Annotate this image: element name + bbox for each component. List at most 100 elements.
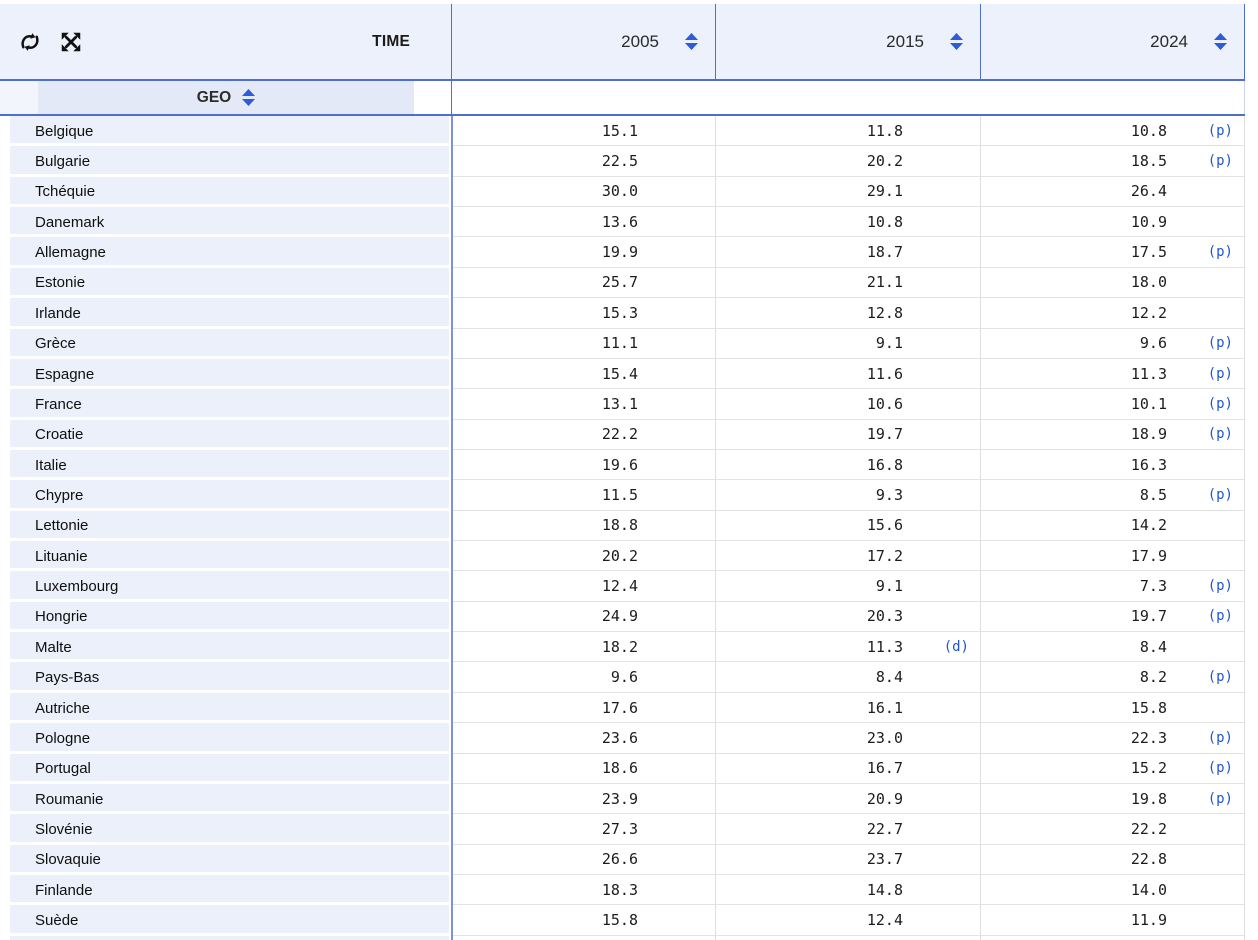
geo-label: Allemagne xyxy=(35,244,106,262)
value-cell: 30.0 xyxy=(452,177,716,208)
geo-label: Danemark xyxy=(35,213,105,231)
column-header-2005[interactable]: 2005 xyxy=(452,4,716,79)
cell-value: 18.3 xyxy=(601,880,638,899)
value-cell: 13.6 xyxy=(452,207,716,238)
geo-label: Finlande xyxy=(35,881,93,899)
value-cell: 18.2 xyxy=(452,632,716,663)
value-cell: 19.7 xyxy=(716,420,981,450)
value-cell: 9.6 (p) xyxy=(981,329,1245,359)
value-cell: 16.1 xyxy=(716,693,981,724)
column-header-label: 2024 xyxy=(1150,31,1188,51)
column-header-2024[interactable]: 2024 xyxy=(981,4,1245,79)
value-cell: 11.8 xyxy=(716,116,981,147)
cell-value: 23.7 xyxy=(866,850,903,869)
cell-value: 13.1 xyxy=(601,394,638,413)
table-row: Espagne 15.4 11.6 11.3 (p) xyxy=(0,358,1245,390)
cell-value: 19.7 xyxy=(1130,607,1167,626)
value-cell: 22.2 xyxy=(981,814,1245,845)
expand-icon[interactable] xyxy=(55,26,87,58)
cell-value: 7.3 xyxy=(1139,577,1167,596)
geo-cell: Danemark xyxy=(0,207,452,237)
value-cell: 17.5 (p) xyxy=(981,237,1245,268)
flag-badge: (p) xyxy=(1207,729,1233,746)
cell-value: 18.9 xyxy=(1130,425,1167,444)
value-cell: 17.2 xyxy=(716,541,981,572)
value-cell: 16.7 xyxy=(716,754,981,784)
value-cell: 14.0 xyxy=(981,875,1245,906)
cell-value: 16.8 xyxy=(866,455,903,474)
value-cell: 9.6 xyxy=(452,662,716,693)
cell-value: 18.6 xyxy=(601,759,638,778)
value-cell: 12.4 xyxy=(452,571,716,602)
cell-value: 8.4 xyxy=(875,668,903,687)
value-cell: 23.6 xyxy=(452,723,716,754)
cell-value: 18.2 xyxy=(601,637,638,656)
value-cell: 18.8 xyxy=(452,511,716,542)
header-divider xyxy=(0,79,1245,81)
geo-cell: Espagne xyxy=(0,358,452,389)
table-row: Lettonie 18.8 15.6 14.2 xyxy=(0,510,1245,542)
geo-cell: Slovaquie xyxy=(0,844,452,875)
cell-value: 22.8 xyxy=(1130,850,1167,869)
table-row: Roumanie 23.9 20.9 19.8 (p) xyxy=(0,783,1245,815)
flag-badge: (p) xyxy=(1207,426,1233,443)
flag-badge: (p) xyxy=(1207,608,1233,625)
table-row: Danemark 13.6 10.8 10.9 xyxy=(0,207,1245,238)
sort-icon[interactable] xyxy=(1214,33,1227,50)
cell-value: 11.3 xyxy=(1130,364,1167,383)
column-header-label: 2015 xyxy=(886,31,924,51)
flag-badge: (p) xyxy=(1207,669,1233,686)
table-row: Hongrie 24.9 20.3 19.7 (p) xyxy=(0,601,1245,633)
cell-value: 16.7 xyxy=(866,759,903,778)
value-cell: 11.1 xyxy=(452,329,716,359)
value-cell: 13.1 xyxy=(452,389,716,420)
swap-axes-icon[interactable] xyxy=(14,26,46,58)
flag-badge: (p) xyxy=(1207,244,1233,261)
sort-icon[interactable] xyxy=(950,33,963,50)
geo-sort-button[interactable]: GEO xyxy=(38,81,414,114)
value-cell: 9.1 xyxy=(716,329,981,359)
cell-value: 17.5 xyxy=(1130,243,1167,262)
value-cell: 20.2 xyxy=(452,541,716,572)
cell-value: 25.7 xyxy=(601,273,638,292)
cell-value: 11.9 xyxy=(1130,911,1167,930)
table-row: Slovaquie 26.6 23.7 22.8 xyxy=(0,844,1245,875)
value-cell: 16.8 xyxy=(716,450,981,481)
cell-value: 15.8 xyxy=(601,911,638,930)
value-cell: 29.1 xyxy=(716,177,981,208)
column-divider xyxy=(450,4,452,81)
value-cell: 14.2 xyxy=(981,511,1245,542)
column-header-2015[interactable]: 2015 xyxy=(716,4,981,79)
cell-value: 19.6 xyxy=(601,455,638,474)
cell-value: 11.1 xyxy=(601,334,638,353)
geo-label: Irlande xyxy=(35,304,81,322)
value-cell: 23.0 xyxy=(716,723,981,754)
value-cell: 25.7 xyxy=(452,268,716,299)
geo-cell: Finlande xyxy=(0,874,452,905)
cell-value: 13.6 xyxy=(601,212,638,231)
cell-value: 10.8 xyxy=(866,212,903,231)
table-row: Lituanie 20.2 17.2 17.9 xyxy=(0,541,1245,572)
column-divider xyxy=(450,81,452,114)
cell-value: 22.3 xyxy=(1130,728,1167,747)
geo-cell: Slovénie xyxy=(0,814,452,844)
sort-icon[interactable] xyxy=(685,33,698,50)
value-cell: 15.4 xyxy=(452,359,716,390)
cell-value: 17.6 xyxy=(601,698,638,717)
flag-badge: (p) xyxy=(1207,335,1233,352)
value-cell: 26.4 xyxy=(981,177,1245,208)
cell-value: 12.4 xyxy=(601,577,638,596)
cell-value: 18.0 xyxy=(1130,273,1167,292)
geo-label: Belgique xyxy=(35,122,94,140)
table-row: Tchéquie 30.0 29.1 26.4 xyxy=(0,176,1245,208)
geo-label: Lituanie xyxy=(35,547,88,565)
table-row: Bulgarie 22.5 20.2 18.5 (p) xyxy=(0,146,1245,177)
value-cell: 9.3 xyxy=(716,480,981,511)
cell-value: 15.4 xyxy=(601,364,638,383)
cell-value: 19.7 xyxy=(866,425,903,444)
value-cell: 22.2 xyxy=(452,420,716,450)
sort-icon[interactable] xyxy=(242,89,256,106)
cell-value: 11.3 xyxy=(866,637,903,656)
geo-dimension-label: GEO xyxy=(196,88,232,106)
cell-value: 15.1 xyxy=(601,121,638,140)
